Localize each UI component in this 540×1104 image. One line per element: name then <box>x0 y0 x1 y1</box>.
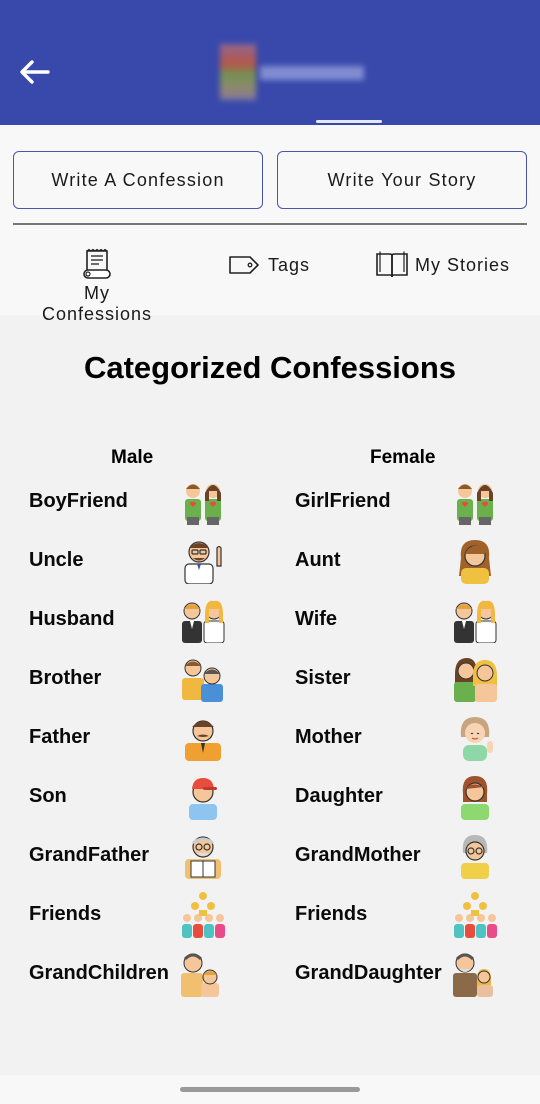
app-name-blurred <box>260 66 364 80</box>
category-label: Father <box>29 725 91 748</box>
write-story-button[interactable]: Write Your Story <box>277 151 527 209</box>
category-boyfriend[interactable]: BoyFriend <box>29 476 229 526</box>
category-label: Husband <box>29 607 115 630</box>
group-icon <box>454 892 497 938</box>
sisters-icon <box>454 658 497 702</box>
category-friends-male[interactable]: Friends <box>29 889 229 939</box>
tab-my-confessions[interactable]: My Confessions <box>32 248 162 325</box>
home-indicator[interactable] <box>180 1087 360 1092</box>
grandmother-icon <box>461 835 489 879</box>
aunt-icon <box>459 540 491 584</box>
category-label: GirlFriend <box>295 489 391 512</box>
brothers-icon <box>182 659 223 702</box>
category-label: GrandChildren <box>29 961 170 984</box>
category-daughter[interactable]: Daughter <box>295 771 505 821</box>
category-label: Son <box>29 784 67 807</box>
back-button[interactable] <box>14 52 54 92</box>
category-aunt[interactable]: Aunt <box>295 535 505 585</box>
wedding-couple-icon <box>454 600 497 643</box>
category-grandmother[interactable]: GrandMother <box>295 830 505 880</box>
category-sister[interactable]: Sister <box>295 653 505 703</box>
category-label: GrandDaughter <box>295 961 442 984</box>
wedding-couple-icon <box>182 600 225 643</box>
category-label: GrandMother <box>295 843 421 866</box>
app-logo <box>220 44 256 100</box>
boy-icon <box>189 778 217 820</box>
male-column-header: Male <box>111 447 154 468</box>
tab-tags[interactable]: Tags <box>228 254 310 276</box>
tab-my-confessions-label-1: My <box>84 283 110 303</box>
app-bar <box>0 0 540 125</box>
category-label: Daughter <box>295 784 383 807</box>
tag-icon <box>229 256 259 274</box>
category-label: Mother <box>295 725 362 748</box>
tab-my-stories-label: My Stories <box>415 254 511 275</box>
category-label: GrandFather <box>29 843 150 866</box>
write-confession-button[interactable]: Write A Confession <box>13 151 263 209</box>
uncle-icon <box>184 541 222 584</box>
category-grandchildren[interactable]: GrandChildren <box>29 948 229 998</box>
category-friends-female[interactable]: Friends <box>295 889 505 939</box>
category-uncle[interactable]: Uncle <box>29 535 229 585</box>
category-son[interactable]: Son <box>29 771 229 821</box>
category-label: Uncle <box>29 548 84 571</box>
tab-my-stories[interactable]: My Stories <box>375 250 510 280</box>
category-label: Brother <box>29 666 102 689</box>
receipt-scroll-icon <box>83 248 111 279</box>
category-label: BoyFriend <box>29 489 128 512</box>
back-arrow-icon <box>20 60 50 84</box>
category-father[interactable]: Father <box>29 712 229 762</box>
female-column-header: Female <box>370 447 436 468</box>
group-icon <box>182 892 225 938</box>
category-granddaughter[interactable]: GrandDaughter <box>295 948 505 998</box>
couple-icon <box>457 484 493 525</box>
couple-icon <box>185 484 221 525</box>
category-girlfriend[interactable]: GirlFriend <box>295 476 505 526</box>
page-title: Categorized Confessions <box>83 350 457 385</box>
father-icon <box>185 720 221 761</box>
category-husband[interactable]: Husband <box>29 594 229 644</box>
app-title-redacted <box>220 44 382 123</box>
category-label: Friends <box>29 902 102 925</box>
open-book-icon <box>376 251 408 278</box>
category-label: Friends <box>295 902 368 925</box>
tab-tags-label: Tags <box>268 254 311 275</box>
girl-icon <box>461 776 489 820</box>
grandparent-child-icon <box>181 953 219 997</box>
category-label: Sister <box>295 666 351 689</box>
category-grandfather[interactable]: GrandFather <box>29 830 229 880</box>
category-label: Aunt <box>295 548 341 571</box>
grandfather-icon <box>185 836 221 879</box>
title-underline <box>316 120 382 123</box>
tab-my-confessions-label-2: Confessions <box>41 304 153 324</box>
category-mother[interactable]: Mother <box>295 712 505 762</box>
mother-icon <box>460 717 493 761</box>
divider <box>13 223 527 225</box>
category-wife[interactable]: Wife <box>295 594 505 644</box>
category-brother[interactable]: Brother <box>29 653 229 703</box>
category-label: Wife <box>295 607 338 630</box>
grandparent-child-icon <box>453 953 493 997</box>
